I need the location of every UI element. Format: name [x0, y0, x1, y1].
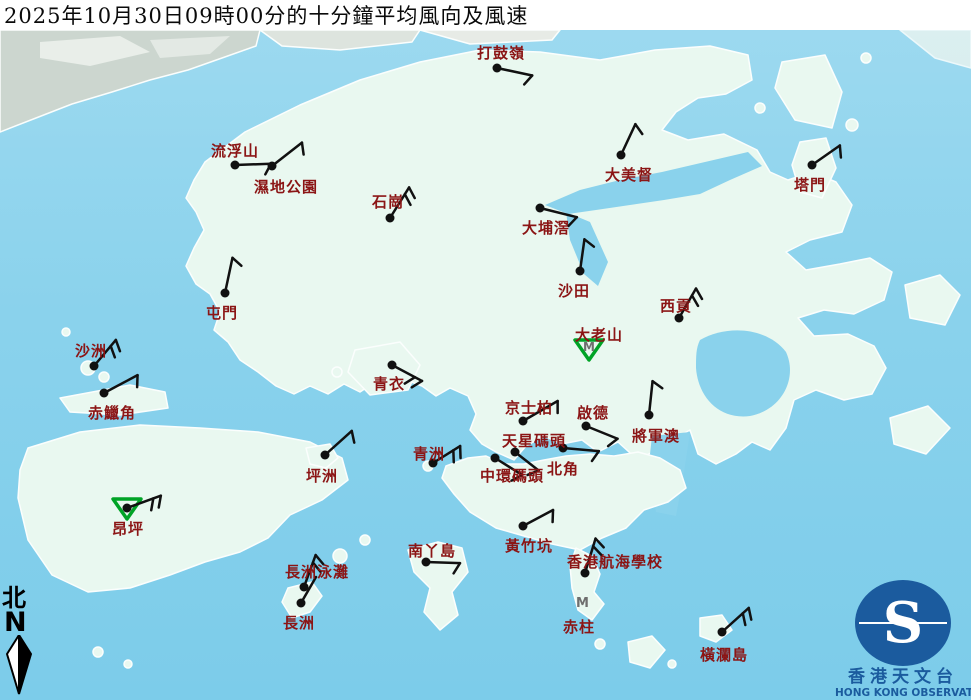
station-label-waglan-island: 橫瀾島 — [700, 646, 749, 664]
station-label-cheung-chau: 長洲 — [283, 614, 316, 632]
wind-barb-tuen-mun — [220, 256, 243, 298]
hko-logo: S 香港天文台 HONG KONG OBSERVATORY — [835, 578, 971, 700]
station-label-peng-chau: 坪洲 — [306, 467, 339, 485]
station-label-wetland-park: 濕地公園 — [254, 178, 319, 196]
title-bar: 2025年10月30日09時00分的十分鐘平均風向及風速 — [0, 0, 971, 30]
station-label-tsing-yi: 青衣 — [373, 375, 406, 393]
wind-barb-hk-sea-school — [580, 537, 605, 578]
wind-barb-tap-mun — [807, 144, 843, 170]
station-label-central-pier: 中環碼頭 — [480, 467, 545, 485]
svg-text:S: S — [883, 590, 923, 656]
north-label-en: N — [4, 607, 27, 638]
north-arrow-icon — [6, 635, 32, 695]
station-label-wong-chuk-hang: 黃竹坑 — [505, 537, 554, 555]
station-label-hk-sea-school: 香港航海學校 — [567, 553, 664, 571]
station-label-kai-tak: 啟德 — [577, 404, 610, 422]
station-label-north-point: 北角 — [547, 460, 580, 478]
hko-logo-icon: S — [855, 580, 951, 666]
station-label-ta-kwu-ling: 打鼓嶺 — [477, 44, 526, 62]
wind-barb-waglan-island — [717, 606, 753, 637]
wind-map-screen: 2025年10月30日09時00分的十分鐘平均風向及風速 打鼓嶺流浮山濕地公園石… — [0, 0, 971, 700]
wind-barb-ngong-ping — [111, 494, 163, 521]
station-label-tai-po-kau: 大埔滘 — [522, 219, 571, 237]
station-label-star-ferry-pier: 天星碼頭 — [502, 432, 567, 450]
station-label-tuen-mun: 屯門 — [206, 304, 239, 322]
wind-barb-wetland-park — [267, 141, 305, 171]
station-label-shek-kong: 石崗 — [372, 193, 405, 211]
station-label-cheung-chau-beach: 長洲泳灘 — [285, 563, 350, 581]
station-label-sha-tin: 沙田 — [558, 282, 591, 300]
station-label-chek-lap-kok: 赤鱲角 — [88, 404, 137, 422]
station-label-ngong-ping: 昂坪 — [112, 520, 145, 538]
stations-layer: 打鼓嶺流浮山濕地公園石崗 大美督塔門大埔滘沙田屯門 西貢沙洲 M 大老山赤鱲角 青衣京士柏… — [0, 0, 971, 700]
wind-barb-peng-chau — [320, 429, 356, 460]
station-label-lamma-island: 南丫島 — [408, 542, 457, 560]
station-label-tates-cairn: 大老山 — [575, 326, 624, 344]
hko-name-zh: 香港天文台 — [848, 667, 958, 687]
station-label-lau-fau-shan: 流浮山 — [211, 142, 260, 160]
missing-data-mark-stanley: M — [576, 596, 589, 611]
station-label-sai-kung: 西貢 — [660, 297, 693, 315]
map-title: 2025年10月30日09時00分的十分鐘平均風向及風速 — [4, 4, 529, 28]
wind-barb-shek-kong — [385, 186, 416, 223]
hko-name-en: HONG KONG OBSERVATORY — [835, 687, 971, 699]
north-compass: 北 N — [2, 586, 42, 695]
station-label-sha-chau: 沙洲 — [75, 342, 108, 360]
station-label-tseung-kwan-o: 將軍澳 — [632, 427, 681, 445]
station-label-tai-mei-tuk: 大美督 — [605, 166, 654, 184]
station-label-green-island: 青洲 — [413, 445, 446, 463]
station-label-kings-park: 京士柏 — [505, 399, 554, 417]
wind-barb-lamma-island — [421, 557, 462, 575]
station-label-stanley: 赤柱 — [563, 618, 596, 636]
station-label-tap-mun: 塔門 — [794, 176, 827, 194]
